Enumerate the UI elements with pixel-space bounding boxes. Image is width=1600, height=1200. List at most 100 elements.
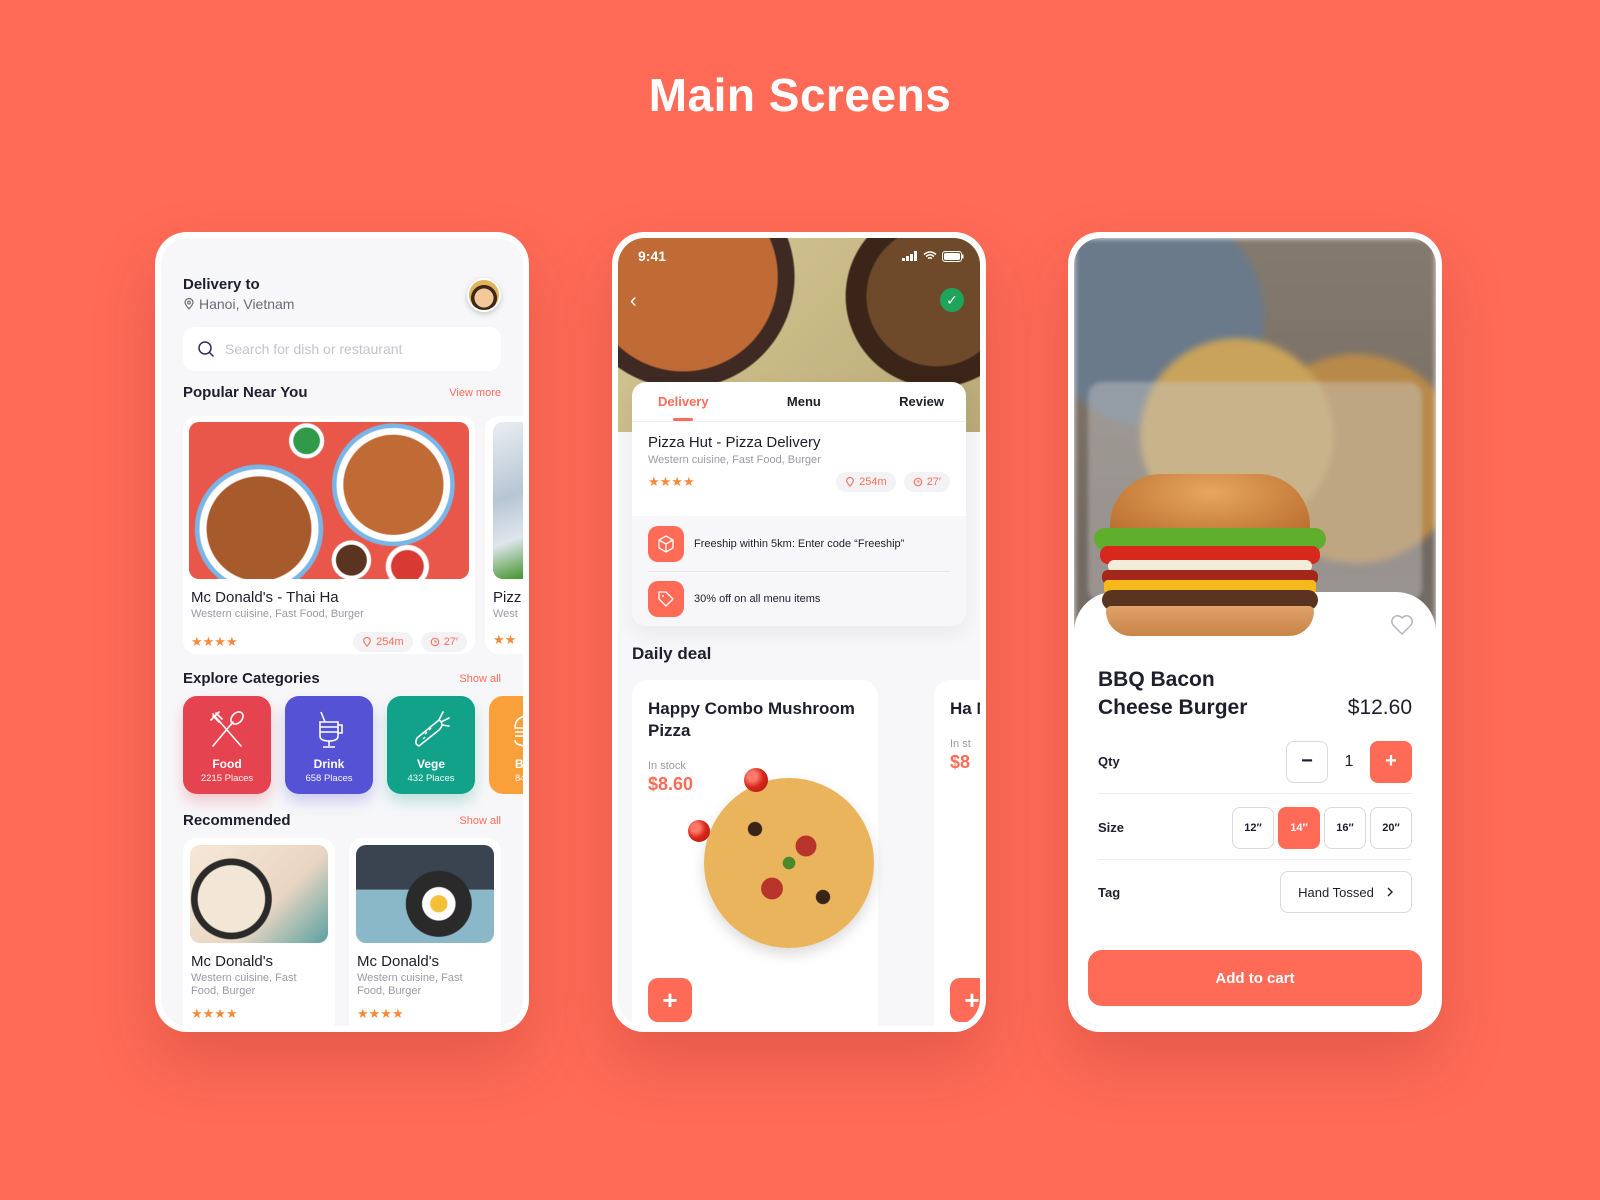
- distance-value: 254m: [859, 476, 887, 488]
- category-drink[interactable]: Drink 658 Places: [285, 696, 373, 794]
- product-name: BBQ Bacon Cheese Burger: [1098, 666, 1247, 722]
- restaurant-info-card: Delivery Menu Review Pizza Hut - Pizza D…: [632, 382, 966, 626]
- avatar[interactable]: [467, 278, 501, 312]
- product-name-line1: BBQ Bacon: [1098, 668, 1215, 691]
- deal-card[interactable]: Happy Combo Mushroom Pizza In stock $8.6…: [632, 680, 878, 1026]
- home-screen: Delivery to Hanoi, Vietnam Popular Near …: [155, 232, 529, 1032]
- rating-stars: ★★★★: [357, 1006, 404, 1021]
- category-list: Food 2215 Places Drink 658 Places Vege 4…: [183, 696, 523, 794]
- battery-icon: [942, 250, 964, 262]
- restaurant-image: [493, 422, 523, 579]
- category-name: Drink: [313, 757, 345, 771]
- quantity-stepper: − 1 +: [1286, 740, 1412, 783]
- tab-delivery[interactable]: Delivery: [658, 394, 709, 409]
- rating-stars: ★★★★: [191, 1006, 238, 1021]
- time-value: 27′: [443, 636, 458, 648]
- popular-header: Popular Near You View more: [183, 384, 501, 401]
- location-pin-icon: [184, 298, 194, 310]
- view-more-link[interactable]: View more: [449, 387, 501, 399]
- size-option-14[interactable]: 14″: [1278, 806, 1320, 849]
- heart-icon[interactable]: [1390, 614, 1414, 636]
- burger-image: [1090, 474, 1330, 644]
- tab-menu[interactable]: Menu: [787, 394, 821, 409]
- size-selector: 12″ 14″ 16″ 20″: [1232, 806, 1412, 849]
- category-name: Vege: [416, 757, 446, 771]
- category-count: 658 Places: [305, 773, 353, 784]
- show-all-categories-link[interactable]: Show all: [459, 673, 501, 685]
- rating-stars: ★★★★: [648, 474, 695, 489]
- category-vege[interactable]: Vege 432 Places: [387, 696, 475, 794]
- promo-discount[interactable]: 30% off on all menu items: [648, 571, 950, 626]
- location-pin-icon: [363, 637, 372, 647]
- deal-stock: In st: [950, 738, 971, 750]
- show-all-recommended-link[interactable]: Show all: [459, 815, 501, 827]
- qty-row: Qty − 1 +: [1098, 730, 1412, 794]
- pizza-image: [704, 778, 874, 948]
- category-food[interactable]: Food 2215 Places: [183, 696, 271, 794]
- tomato-decoration: [688, 820, 710, 842]
- deal-name: Happy Combo Mushroom Pizza: [648, 699, 855, 740]
- clock-icon: [430, 637, 439, 647]
- back-button[interactable]: ‹: [630, 290, 637, 313]
- time-chip: 27′: [903, 472, 950, 492]
- add-to-cart-button[interactable]: Add to cart: [1088, 950, 1422, 1006]
- chevron-right-icon: [1387, 887, 1393, 897]
- search-input[interactable]: [225, 341, 487, 357]
- tag-row: Tag Hand Tossed: [1098, 860, 1412, 924]
- location-pin-icon: [846, 477, 855, 487]
- category-count: 432 Places: [407, 773, 455, 784]
- add-to-cart-button[interactable]: +: [648, 978, 692, 1022]
- restaurant-card[interactable]: Pizz West ★★: [485, 416, 523, 654]
- tomato-decoration: [744, 768, 768, 792]
- category-count: 2215 Places: [200, 773, 254, 784]
- add-to-cart-button[interactable]: +: [950, 978, 980, 1022]
- deal-card[interactable]: Ha Mu In st $8 +: [934, 680, 980, 1026]
- carrot-icon: [415, 711, 450, 747]
- drink-icon: [319, 711, 343, 748]
- restaurant-card[interactable]: Mc Donald's - Thai Ha Western cuisine, F…: [183, 416, 475, 654]
- category-name: Food: [212, 757, 242, 771]
- increase-qty-button[interactable]: +: [1370, 740, 1412, 783]
- categories-title: Explore Categories: [183, 670, 320, 687]
- wifi-icon: [923, 251, 937, 260]
- restaurant-image: [189, 422, 469, 579]
- tag-select[interactable]: Hand Tossed: [1280, 871, 1412, 913]
- page-title: Main Screens: [648, 69, 952, 121]
- recommended-card[interactable]: Mc Donald's Western cuisine, Fast Food, …: [349, 838, 501, 1026]
- search-bar[interactable]: [183, 327, 501, 371]
- time-value: 27′: [926, 476, 941, 488]
- product-price: $12.60: [1347, 696, 1412, 719]
- qty-label: Qty: [1098, 754, 1120, 769]
- status-time: 9:41: [638, 248, 667, 264]
- location-text: Hanoi, Vietnam: [199, 296, 295, 312]
- promo-text: Freeship within 5km: Enter code “Freeshi…: [694, 537, 905, 550]
- size-option-16[interactable]: 16″: [1324, 806, 1366, 849]
- fork-spoon-icon: [210, 711, 244, 747]
- size-label: Size: [1098, 820, 1125, 835]
- category-burger[interactable]: Bu 843: [489, 696, 523, 794]
- promo-text: 30% off on all menu items: [694, 593, 821, 605]
- status-bar: 9:41: [638, 248, 964, 264]
- category-count: 843: [515, 773, 523, 784]
- tag-icon: [648, 581, 684, 617]
- restaurant-name: Mc Donald's: [357, 953, 440, 970]
- tag-value: Hand Tossed: [1298, 884, 1374, 900]
- decrease-qty-button[interactable]: −: [1286, 740, 1328, 783]
- recommended-list: Mc Donald's Western cuisine, Fast Food, …: [183, 838, 501, 1026]
- clock-icon: [913, 477, 922, 487]
- delivery-header: Delivery to Hanoi, Vietnam: [183, 276, 501, 320]
- recommended-title: Recommended: [183, 812, 291, 829]
- recommended-card[interactable]: Mc Donald's Western cuisine, Fast Food, …: [183, 838, 335, 1026]
- size-option-12[interactable]: 12″: [1232, 806, 1274, 849]
- signal-icon: [902, 251, 917, 261]
- promo-freeship[interactable]: Freeship within 5km: Enter code “Freeshi…: [648, 516, 950, 571]
- product-name-line2: Cheese Burger: [1098, 696, 1248, 719]
- recommended-header: Recommended Show all: [183, 812, 501, 829]
- verified-check-icon: ✓: [940, 288, 964, 312]
- restaurant-cuisine: Western cuisine, Fast Food, Burger: [357, 972, 463, 997]
- restaurant-name: Pizz: [493, 589, 522, 606]
- location-selector[interactable]: Hanoi, Vietnam: [183, 296, 501, 312]
- size-option-20[interactable]: 20″: [1370, 806, 1412, 849]
- tab-review[interactable]: Review: [899, 394, 944, 409]
- rating-stars: ★★★★: [191, 634, 238, 649]
